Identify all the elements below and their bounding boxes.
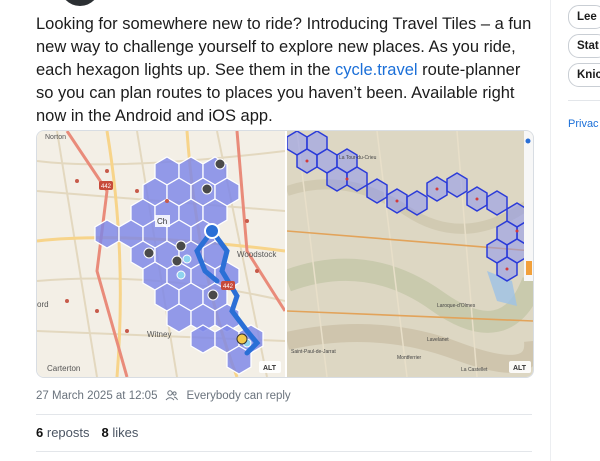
privacy-link[interactable]: Privac [568,118,599,130]
post-meta: 27 March 2025 at 12:05 Everybody can rep… [36,389,291,402]
map-label-town-right: Laroque-d'Olmes [437,303,476,309]
post-media[interactable]: Norton Woodstock Witney Carterton ord Ch… [36,130,534,378]
map-alt-badge: ALT [263,365,277,372]
road-number-442-b: 442 [223,284,234,290]
right-map-image[interactable]: La Tour-du-Crieu Lavelanet Saint-Paul-de… [287,131,533,377]
cycle-travel-link[interactable]: cycle.travel [335,61,418,79]
map-label-carterton: Carterton [47,364,80,373]
map-label-town-left: Saint-Paul-de-Jarrat [291,349,336,355]
divider-top [36,414,532,415]
right-sidebar: Lee Stat Knic Privac [550,0,600,461]
sidebar-pill-1[interactable]: Lee [568,5,600,29]
map-label-town-bottom: Montferrier [397,355,422,361]
sidebar-divider [550,0,551,461]
map-label-norton: Norton [45,134,66,141]
likes-stat[interactable]: 8 likes [102,425,139,440]
reposts-count: 6 [36,425,44,440]
likes-count: 8 [101,425,109,440]
engagement-stats: 6 reposts 8 likes [36,425,138,440]
likes-label: likes [112,425,139,440]
road-number-442-a: 442 [101,184,112,190]
reply-setting: Everybody can reply [186,389,291,402]
post-timestamp[interactable]: 27 March 2025 at 12:05 [36,390,157,402]
map-label-town-mid: Lavelanet [427,337,449,343]
map-label-ch: Ch [157,217,167,226]
sidebar-pill-3[interactable]: Knic [568,63,600,87]
map-alt-badge-right: ALT [513,365,527,372]
left-map-image[interactable]: Norton Woodstock Witney Carterton ord Ch… [37,131,285,377]
post-card: Looking for somewhere new to ride? Intro… [0,0,550,461]
reposts-stat[interactable]: 6 reposts [36,425,90,440]
map-label-witney: Witney [147,330,171,339]
people-icon [165,389,179,402]
sidebar-pill-2[interactable]: Stat [568,34,600,58]
post-text: Looking for somewhere new to ride? Intro… [36,13,536,128]
map-label-town-corner: La Castellet [461,367,488,373]
map-label-town-top: La Tour-du-Crieu [339,155,377,161]
author-avatar[interactable] [60,0,100,6]
reposts-label: reposts [46,425,90,440]
map-label-woodstock: Woodstock [237,250,277,259]
map-label-ford: ord [37,300,49,309]
sidebar-separator [568,100,600,101]
divider-bottom [36,451,532,452]
